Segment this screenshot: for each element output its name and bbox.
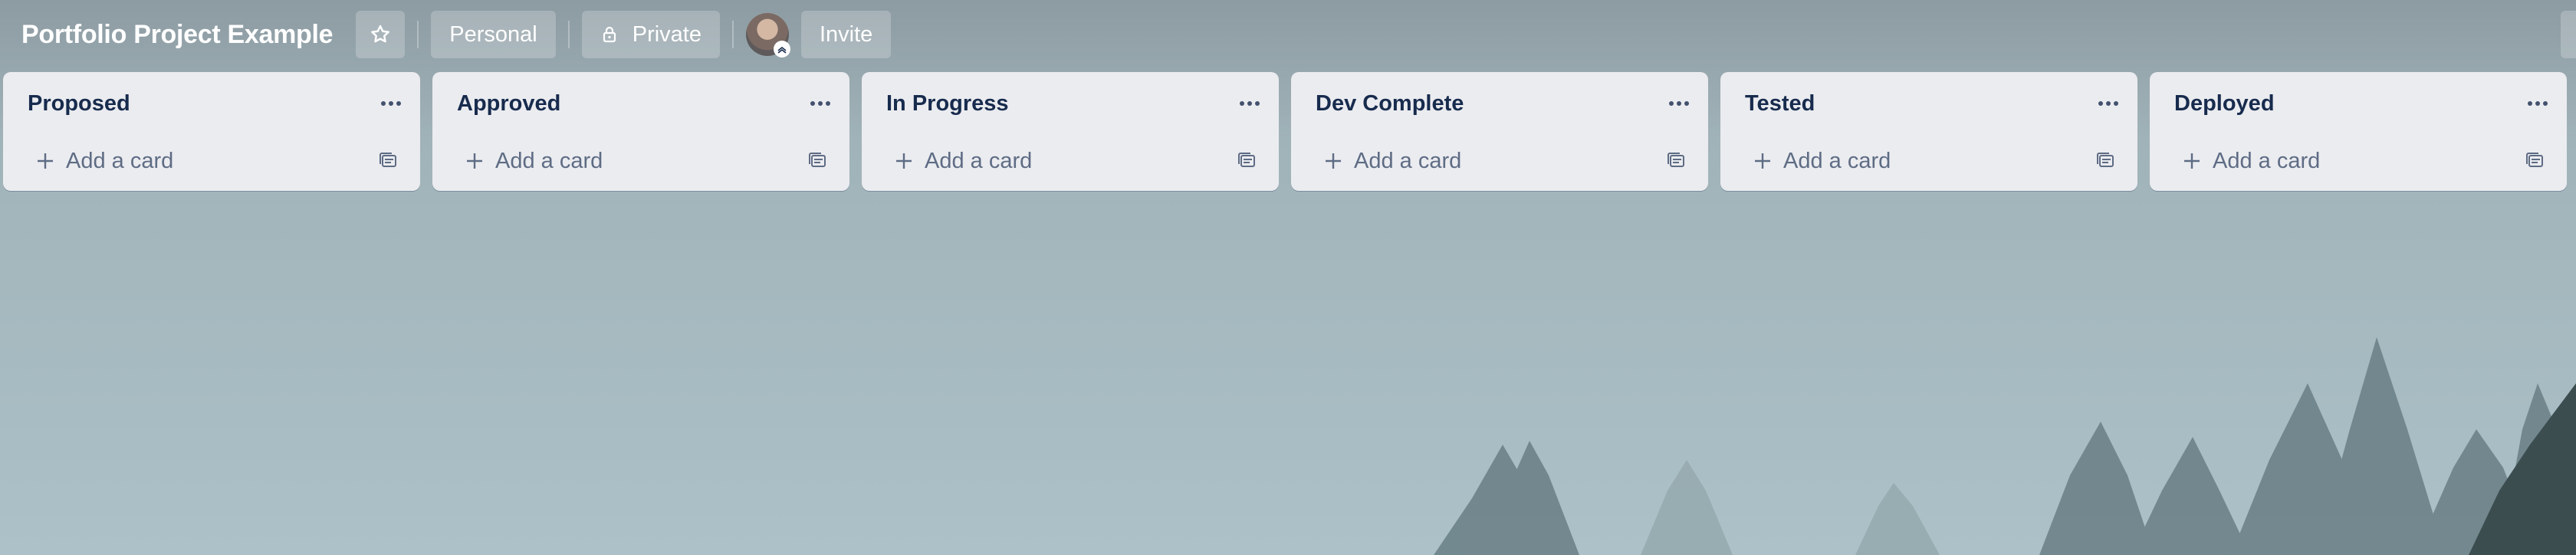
list-proposed[interactable]: Proposed Add a card [3, 72, 420, 191]
card-template-icon[interactable] [1661, 146, 1691, 176]
list-header: Dev Complete [1316, 87, 1693, 120]
invite-label: Invite [820, 21, 873, 47]
add-card-label: Add a card [925, 148, 1033, 173]
card-template-icon[interactable] [802, 146, 833, 176]
more-horizontal-icon[interactable] [807, 90, 834, 117]
list-header: In Progress [886, 87, 1263, 120]
visibility-label: Private [632, 21, 702, 47]
list-footer: Add a card [2160, 140, 2556, 182]
lock-icon [603, 26, 616, 43]
add-card-button[interactable]: Add a card [14, 149, 173, 174]
star-icon [371, 25, 390, 43]
plus-icon [1322, 149, 1345, 172]
list-footer: Add a card [1302, 140, 1697, 182]
admin-badge-icon [774, 41, 790, 57]
list-title[interactable]: Deployed [2174, 91, 2275, 117]
more-horizontal-icon[interactable] [1236, 90, 1263, 117]
list-footer: Add a card [14, 140, 409, 182]
board-title[interactable]: Portfolio Project Example [21, 20, 334, 50]
add-card-button[interactable]: Add a card [2160, 149, 2320, 174]
list-header: Tested [1745, 87, 2122, 120]
list-header: Deployed [2174, 87, 2551, 120]
header-divider [417, 21, 419, 48]
list-approved[interactable]: Approved Add a card [432, 72, 849, 191]
header-divider [567, 21, 570, 48]
star-board-button[interactable] [356, 11, 406, 58]
add-card-button[interactable]: Add a card [1731, 149, 1891, 174]
board-header: Portfolio Project Example Personal Priva… [0, 0, 2576, 69]
header-divider [732, 21, 734, 48]
list-title[interactable]: Dev Complete [1316, 91, 1464, 117]
list-tested[interactable]: Tested Add a card [1720, 72, 2137, 191]
card-template-icon[interactable] [373, 146, 403, 176]
list-dev-complete[interactable]: Dev Complete Add a card [1291, 72, 1708, 191]
add-card-button[interactable]: Add a card [443, 149, 603, 174]
plus-icon [1751, 149, 1774, 172]
list-header: Proposed [28, 87, 405, 120]
list-title[interactable]: Tested [1745, 91, 1815, 117]
list-in-progress[interactable]: In Progress Add a card [862, 72, 1279, 191]
add-card-button[interactable]: Add a card [872, 149, 1032, 174]
add-card-label: Add a card [66, 148, 174, 173]
list-title[interactable]: In Progress [886, 91, 1009, 117]
visibility-button[interactable]: Private [581, 11, 720, 58]
add-card-label: Add a card [1783, 148, 1891, 173]
plus-icon [892, 149, 915, 172]
card-template-icon[interactable] [2519, 146, 2550, 176]
list-header: Approved [457, 87, 834, 120]
more-horizontal-icon[interactable] [2524, 90, 2551, 117]
card-template-icon[interactable] [2090, 146, 2121, 176]
more-horizontal-icon[interactable] [1665, 90, 1693, 117]
list-footer: Add a card [443, 140, 839, 182]
add-card-button[interactable]: Add a card [1302, 149, 1461, 174]
plus-icon [463, 149, 486, 172]
card-template-icon[interactable] [1231, 146, 1262, 176]
more-horizontal-icon[interactable] [377, 90, 405, 117]
workspace-label: Personal [449, 21, 537, 47]
add-card-label: Add a card [2213, 148, 2321, 173]
more-horizontal-icon[interactable] [2095, 90, 2122, 117]
member-avatar[interactable] [746, 13, 790, 57]
list-footer: Add a card [872, 140, 1268, 182]
add-card-label: Add a card [1354, 148, 1462, 173]
plus-icon [34, 149, 57, 172]
list-title[interactable]: Proposed [28, 91, 130, 117]
add-card-label: Add a card [495, 148, 603, 173]
list-footer: Add a card [1731, 140, 2127, 182]
header-overflow-button[interactable] [2561, 11, 2576, 58]
invite-button[interactable]: Invite [801, 11, 892, 58]
plus-icon [2180, 149, 2203, 172]
list-title[interactable]: Approved [457, 91, 560, 117]
workspace-button[interactable]: Personal [431, 11, 556, 58]
list-deployed[interactable]: Deployed Add a card [2150, 72, 2567, 191]
